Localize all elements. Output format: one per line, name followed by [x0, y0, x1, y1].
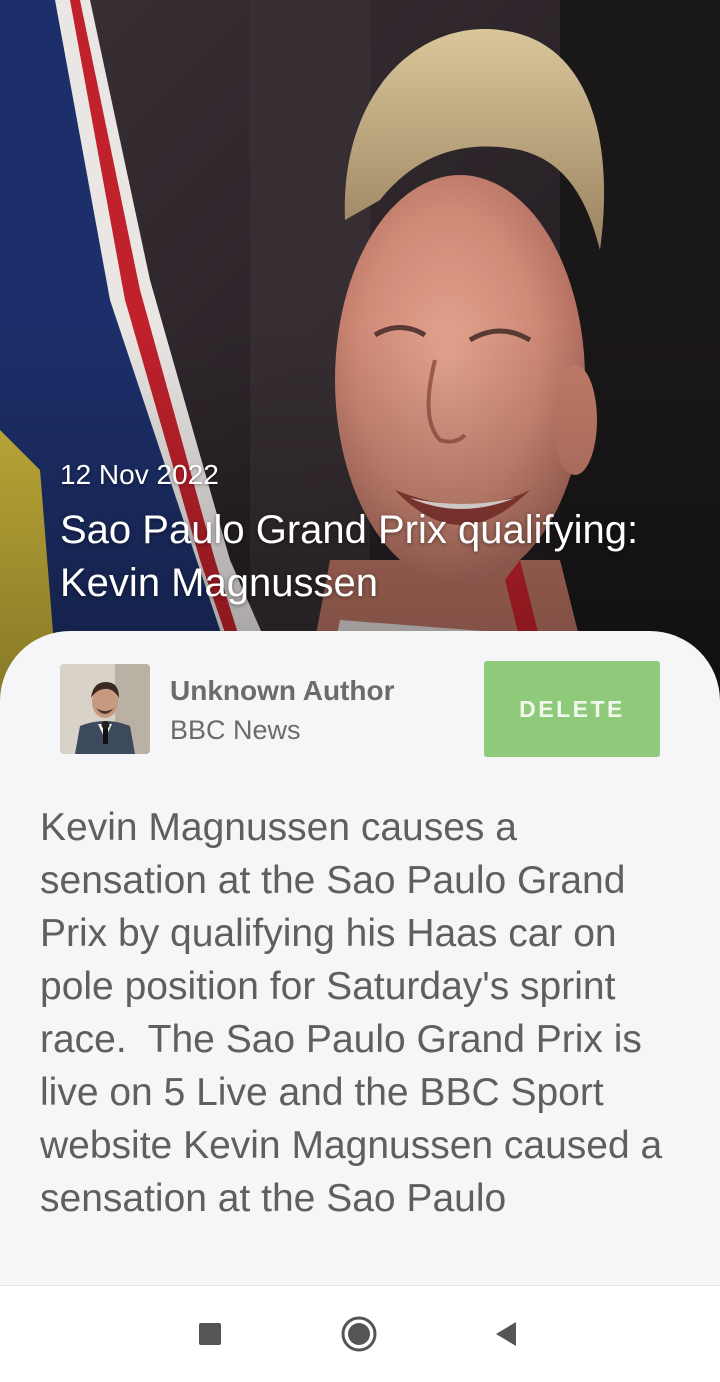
circle-home-icon[interactable]	[339, 1314, 379, 1354]
author-name: Unknown Author	[170, 675, 395, 706]
author-avatar	[60, 664, 150, 754]
article-sheet: Unknown Author BBC News DELETE Kevin Mag…	[0, 631, 720, 1285]
source-name: BBC News	[170, 715, 301, 745]
triangle-back-icon[interactable]	[486, 1314, 526, 1354]
driver-photo	[0, 0, 720, 720]
delete-button[interactable]: DELETE	[484, 661, 660, 757]
hero-image: 12 Nov 2022 Sao Paulo Grand Prix qualify…	[0, 0, 720, 720]
author-avatar-icon	[60, 664, 150, 754]
system-nav-bar	[0, 1285, 720, 1382]
article-date: 12 Nov 2022	[60, 459, 219, 490]
square-icon[interactable]	[190, 1314, 230, 1354]
article-title: Sao Paulo Grand Prix qualifying: Kevin M…	[60, 508, 639, 605]
article-body: Kevin Magnussen causes a sensation at th…	[40, 806, 674, 1220]
